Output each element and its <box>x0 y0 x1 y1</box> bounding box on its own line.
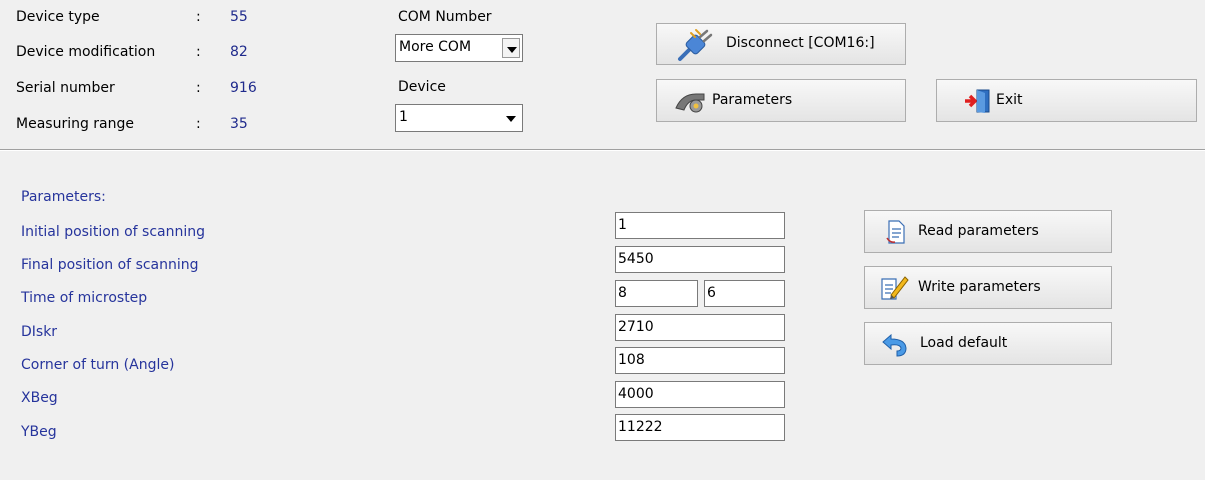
xbeg-label: XBeg <box>21 390 58 406</box>
edit-document-icon <box>879 273 909 305</box>
parameters-label: Parameters <box>712 92 793 108</box>
header-separator <box>0 149 1205 151</box>
corner-of-turn-label: Corner of turn (Angle) <box>21 357 175 373</box>
chevron-down-icon[interactable] <box>502 38 520 58</box>
device-modification-label: Device modification <box>16 44 156 60</box>
ybeg-input[interactable]: 11222 <box>615 414 785 441</box>
exit-door-icon <box>964 88 992 118</box>
device-type-label: Device type <box>16 9 100 25</box>
device-type-value: 55 <box>230 9 248 25</box>
time-of-microstep-label: Time of microstep <box>21 290 148 306</box>
chevron-down-icon[interactable] <box>502 108 520 128</box>
undo-arrow-icon <box>879 332 911 362</box>
initial-position-label: Initial position of scanning <box>21 224 206 240</box>
xbeg-input[interactable]: 4000 <box>615 381 785 408</box>
final-position-label: Final position of scanning <box>21 257 199 273</box>
com-number-label: COM Number <box>398 9 492 25</box>
device-value: 1 <box>399 109 408 125</box>
device-type-colon: : <box>196 9 201 25</box>
serial-number-label: Serial number <box>16 80 115 96</box>
diskr-input[interactable]: 2710 <box>615 314 785 341</box>
read-parameters-label: Read parameters <box>918 223 1039 239</box>
device-modification-value: 82 <box>230 44 248 60</box>
corner-of-turn-input[interactable]: 108 <box>615 347 785 374</box>
initial-position-input[interactable]: 1 <box>615 212 785 239</box>
com-number-select[interactable]: More COM <box>395 34 523 62</box>
parameters-button[interactable]: Parameters <box>656 79 906 122</box>
gear-icon <box>674 88 706 118</box>
time-of-microstep-input-1[interactable]: 8 <box>615 280 698 307</box>
write-parameters-label: Write parameters <box>918 279 1041 295</box>
plug-icon <box>677 28 713 66</box>
read-parameters-button[interactable]: Read parameters <box>864 210 1112 253</box>
com-number-value: More COM <box>399 39 472 55</box>
load-default-button[interactable]: Load default <box>864 322 1112 365</box>
serial-number-value: 916 <box>230 80 257 96</box>
document-icon <box>886 220 906 248</box>
final-position-input[interactable]: 5450 <box>615 246 785 273</box>
device-select[interactable]: 1 <box>395 104 523 132</box>
disconnect-label: Disconnect [COM16:] <box>726 35 875 51</box>
write-parameters-button[interactable]: Write parameters <box>864 266 1112 309</box>
time-of-microstep-input-2[interactable]: 6 <box>704 280 785 307</box>
load-default-label: Load default <box>920 335 1008 351</box>
device-modification-colon: : <box>196 44 201 60</box>
exit-button[interactable]: Exit <box>936 79 1197 122</box>
parameters-heading: Parameters: <box>21 189 106 205</box>
serial-number-colon: : <box>196 80 201 96</box>
measuring-range-label: Measuring range <box>16 116 135 132</box>
disconnect-button[interactable]: Disconnect [COM16:] <box>656 23 906 65</box>
measuring-range-colon: : <box>196 116 201 132</box>
exit-label: Exit <box>996 92 1023 108</box>
device-label: Device <box>398 79 446 95</box>
ybeg-label: YBeg <box>21 424 57 440</box>
diskr-label: DIskr <box>21 324 58 340</box>
measuring-range-value: 35 <box>230 116 248 132</box>
